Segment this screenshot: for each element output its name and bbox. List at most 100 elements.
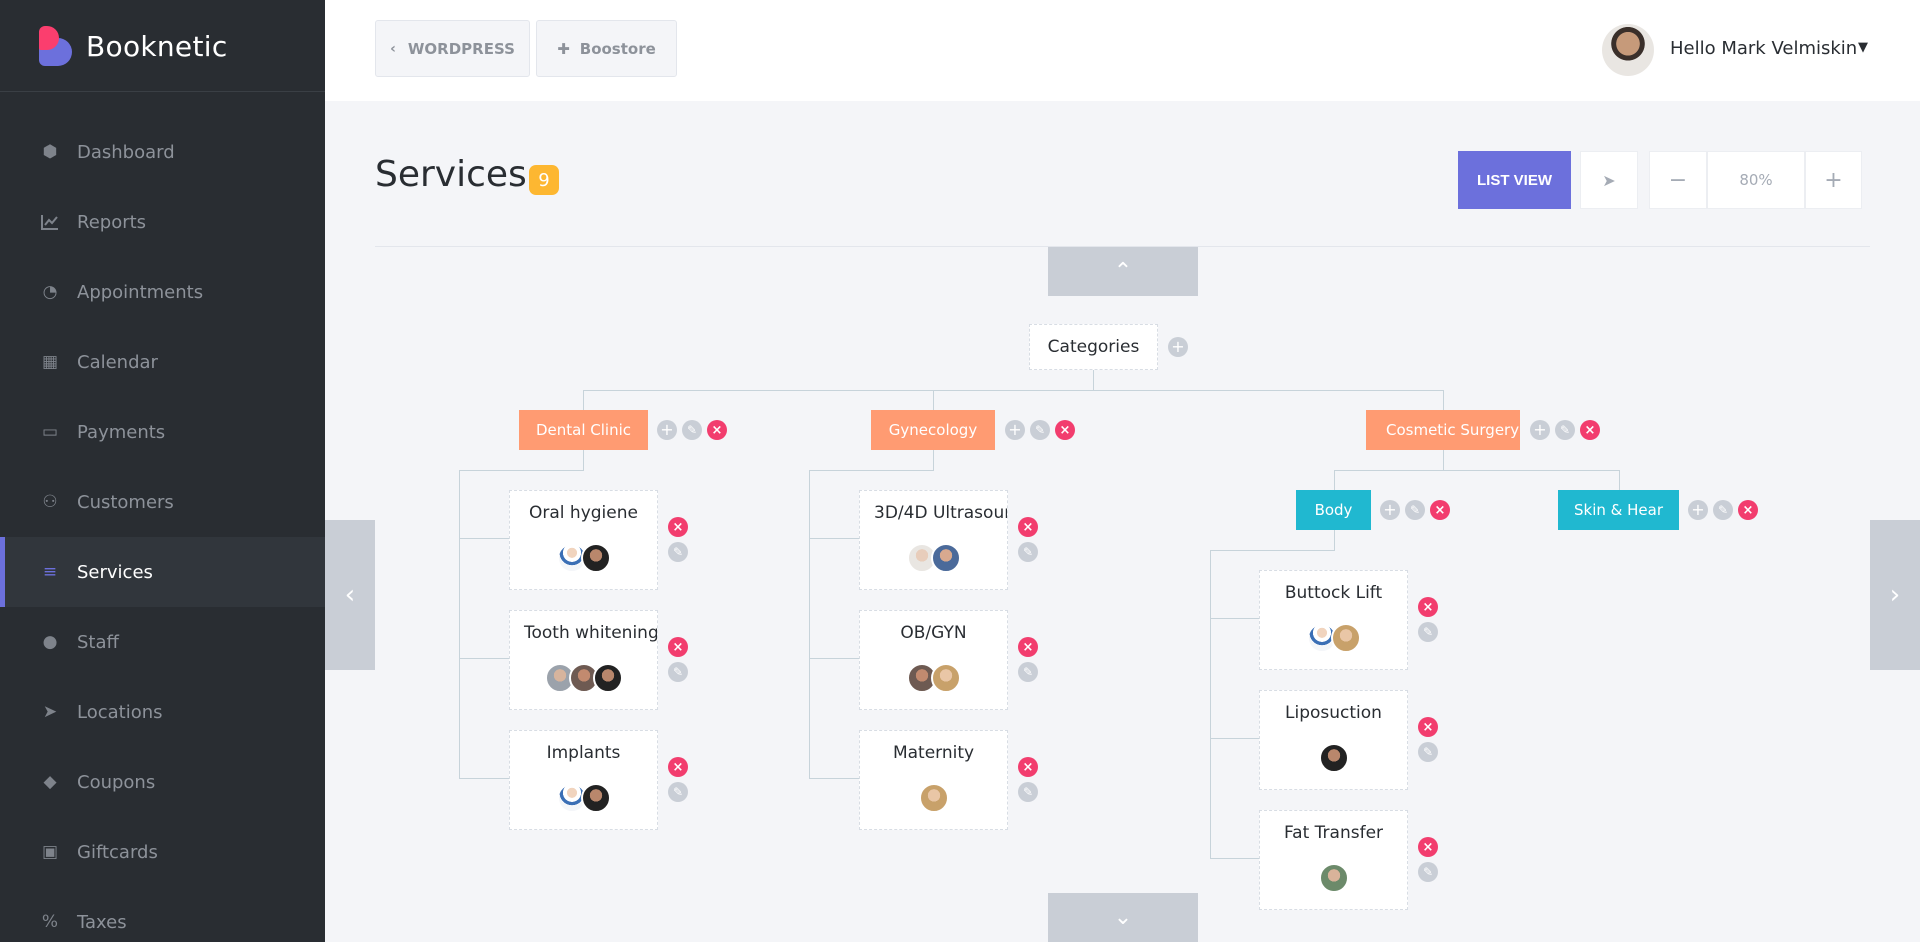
connector-line: [583, 450, 584, 470]
wordpress-label: WORDPRESS: [407, 39, 515, 58]
delete-icon[interactable]: ×: [1418, 717, 1438, 737]
boostore-label: Boostore: [579, 39, 656, 58]
delete-icon[interactable]: ×: [668, 757, 688, 777]
edit-icon[interactable]: ✎: [1418, 862, 1438, 882]
add-icon[interactable]: +: [1530, 420, 1550, 440]
list-view-button[interactable]: LIST VIEW: [1458, 151, 1571, 209]
scroll-right-button[interactable]: ›: [1870, 520, 1920, 670]
scroll-up-button[interactable]: ⌃: [1048, 247, 1198, 296]
connector-line: [933, 450, 934, 470]
user-greeting[interactable]: Hello Mark Velmiskin: [1670, 38, 1857, 59]
service-card[interactable]: 3D/4D Ultrasound: [859, 490, 1008, 590]
back-to-wordpress-button[interactable]: ‹ WORDPRESS: [375, 20, 530, 77]
delete-icon[interactable]: ×: [1018, 637, 1038, 657]
sidebar-item-appointments[interactable]: ◔ Appointments: [0, 257, 325, 327]
category-node[interactable]: Dental Clinic: [519, 410, 648, 450]
app-logo[interactable]: Booknetic: [39, 26, 228, 66]
connector-line: [933, 390, 934, 410]
delete-icon[interactable]: ×: [668, 637, 688, 657]
service-card[interactable]: OB/GYN: [859, 610, 1008, 710]
edit-icon[interactable]: ✎: [668, 782, 688, 802]
category-node[interactable]: Body: [1296, 490, 1371, 530]
edit-icon[interactable]: ✎: [1018, 542, 1038, 562]
edit-icon[interactable]: ✎: [682, 420, 702, 440]
chevron-left-icon: ‹: [344, 580, 356, 610]
staff-avatar: [592, 663, 623, 693]
service-name: OB/GYN: [900, 623, 967, 643]
chevron-up-icon: ⌃: [1113, 259, 1133, 284]
edit-icon[interactable]: ✎: [668, 662, 688, 682]
delete-icon[interactable]: ×: [668, 517, 688, 537]
sidebar-item-dashboard[interactable]: ⬢ Dashboard: [0, 117, 325, 187]
user-avatar[interactable]: [1602, 24, 1654, 76]
category-node[interactable]: Gynecology: [871, 410, 995, 450]
delete-icon[interactable]: ×: [1418, 597, 1438, 617]
categories-root-node[interactable]: Categories: [1029, 324, 1158, 370]
sidebar-item-reports[interactable]: Reports: [0, 187, 325, 257]
service-card[interactable]: Fat Transfer: [1259, 810, 1408, 910]
service-card[interactable]: Oral hygiene: [509, 490, 658, 590]
edit-icon[interactable]: ✎: [1418, 622, 1438, 642]
percent-icon: %: [41, 912, 59, 932]
sidebar-item-calendar[interactable]: ▦ Calendar: [0, 327, 325, 397]
service-card[interactable]: Implants: [509, 730, 658, 830]
edit-icon[interactable]: ✎: [668, 542, 688, 562]
chevron-down-icon[interactable]: ▼: [1858, 40, 1868, 55]
delete-icon[interactable]: ×: [1018, 517, 1038, 537]
sidebar-item-taxes[interactable]: % Taxes: [0, 887, 325, 942]
delete-icon[interactable]: ×: [1055, 420, 1075, 440]
sidebar-item-customers[interactable]: ⚇ Customers: [0, 467, 325, 537]
sidebar-item-label: Coupons: [77, 771, 156, 793]
zoom-out-button[interactable]: −: [1649, 151, 1707, 209]
scroll-left-button[interactable]: ‹: [325, 520, 375, 670]
sidebar-item-label: Payments: [77, 421, 166, 443]
edit-icon[interactable]: ✎: [1030, 420, 1050, 440]
sidebar-item-payments[interactable]: ▭ Payments: [0, 397, 325, 467]
delete-icon[interactable]: ×: [707, 420, 727, 440]
connector-line: [1443, 450, 1444, 470]
sidebar-item-locations[interactable]: ➤ Locations: [0, 677, 325, 747]
center-view-button[interactable]: ➤: [1580, 151, 1638, 209]
app-name: Booknetic: [86, 29, 228, 63]
delete-icon[interactable]: ×: [1018, 757, 1038, 777]
boostore-button[interactable]: ✚ Boostore: [536, 20, 677, 77]
edit-icon[interactable]: ✎: [1018, 782, 1038, 802]
scroll-down-button[interactable]: ⌄: [1048, 893, 1198, 942]
edit-icon[interactable]: ✎: [1018, 662, 1038, 682]
user-icon: ●: [42, 632, 58, 652]
staff-avatar: [930, 543, 961, 573]
delete-icon[interactable]: ×: [1580, 420, 1600, 440]
add-category-icon[interactable]: +: [1168, 337, 1188, 357]
add-icon[interactable]: +: [1688, 500, 1708, 520]
chevron-down-icon: ⌄: [1113, 905, 1133, 930]
service-card[interactable]: Maternity: [859, 730, 1008, 830]
zoom-in-button[interactable]: +: [1805, 151, 1862, 209]
sidebar-item-coupons[interactable]: ◆ Coupons: [0, 747, 325, 817]
category-node[interactable]: Cosmetic Surgery: [1366, 410, 1520, 450]
sidebar-item-label: Taxes: [77, 911, 127, 933]
sidebar-item-giftcards[interactable]: ▣ Giftcards: [0, 817, 325, 887]
sidebar-item-label: Locations: [77, 701, 163, 723]
service-staff: [1260, 743, 1407, 773]
delete-icon[interactable]: ×: [1430, 500, 1450, 520]
tag-icon: ◆: [43, 772, 57, 792]
delete-icon[interactable]: ×: [1738, 500, 1758, 520]
add-icon[interactable]: +: [657, 420, 677, 440]
category-node[interactable]: Skin & Hear: [1558, 490, 1679, 530]
service-name: 3D/4D Ultrasound: [874, 503, 1007, 523]
edit-icon[interactable]: ✎: [1555, 420, 1575, 440]
delete-icon[interactable]: ×: [1418, 837, 1438, 857]
add-icon[interactable]: +: [1380, 500, 1400, 520]
sidebar-item-services[interactable]: ≡ Services: [0, 537, 325, 607]
add-icon[interactable]: +: [1005, 420, 1025, 440]
edit-icon[interactable]: ✎: [1405, 500, 1425, 520]
edit-icon[interactable]: ✎: [1713, 500, 1733, 520]
service-card[interactable]: Tooth whitening: [509, 610, 658, 710]
staff-avatar: [580, 783, 611, 813]
edit-icon[interactable]: ✎: [1418, 742, 1438, 762]
service-card[interactable]: Liposuction: [1259, 690, 1408, 790]
service-card[interactable]: Buttock Lift: [1259, 570, 1408, 670]
zoom-level: 80%: [1707, 151, 1805, 209]
sidebar-item-staff[interactable]: ● Staff: [0, 607, 325, 677]
sidebar-nav: ⬢ Dashboard Reports ◔ Appointments ▦ Calend…: [0, 117, 325, 942]
